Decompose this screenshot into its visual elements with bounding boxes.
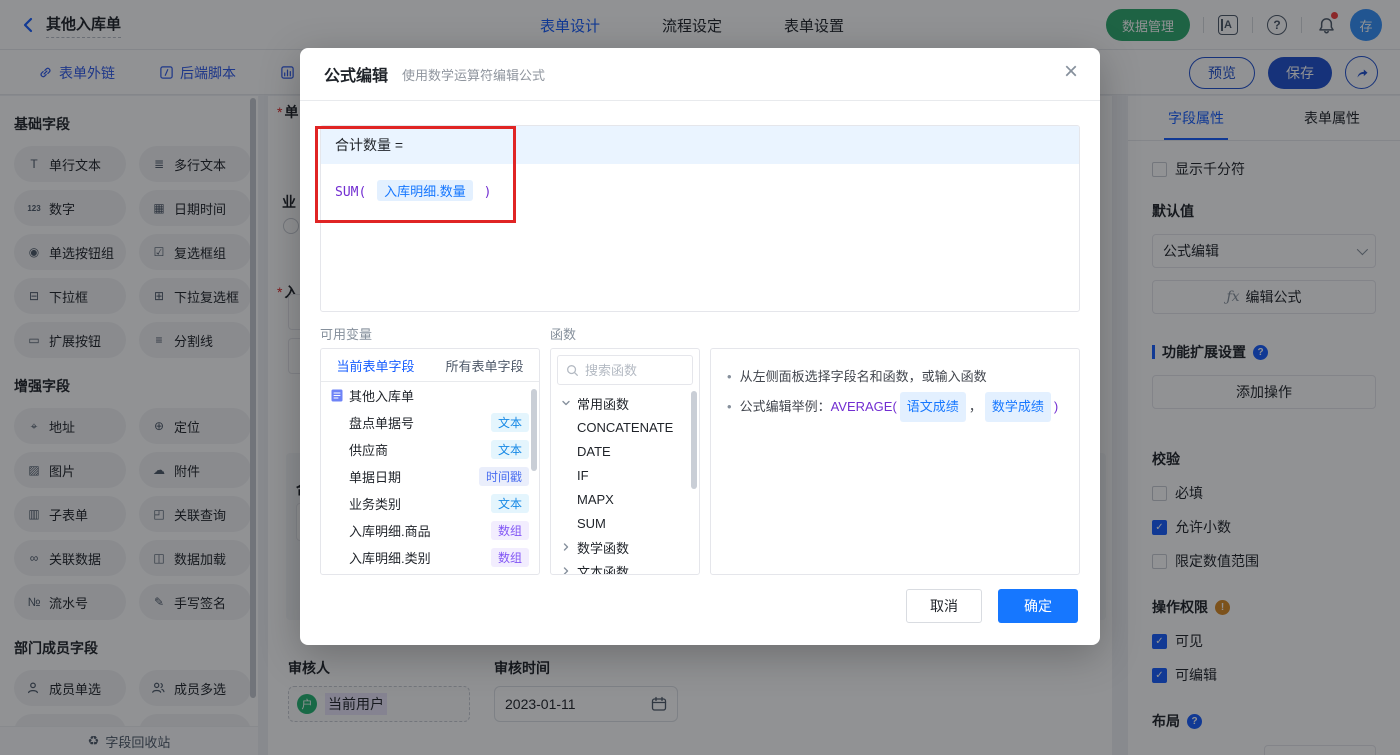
chevron-right-icon (561, 566, 571, 574)
variables-label: 可用变量 (320, 327, 373, 342)
close-icon[interactable]: × (1064, 60, 1078, 84)
tree-root[interactable]: 其他入库单 (321, 382, 539, 409)
document-icon (331, 389, 343, 402)
function-item[interactable]: MAPX (551, 487, 699, 511)
formula-target: 合计数量 = (321, 126, 1079, 164)
type-tag: 数组 (490, 521, 529, 540)
tab-current-form-fields[interactable]: 当前表单字段 (321, 349, 430, 381)
variables-tabs: 当前表单字段 所有表单字段 (321, 349, 539, 382)
variable-row[interactable]: 入库明细.类别 数组 (321, 544, 539, 571)
type-tag: 数组 (490, 548, 529, 567)
function-group-common[interactable]: 常用函数 (551, 391, 699, 415)
confirm-button[interactable]: 确定 (998, 589, 1078, 623)
tips-panel: • 从左侧面板选择字段名和函数，或输入函数 • 公式编辑举例：AVERAGE(语文成… (710, 348, 1080, 575)
functions-label: 函数 (550, 327, 577, 342)
tip-line-1: • 从左侧面板选择字段名和函数，或输入函数 (727, 369, 987, 384)
search-icon (566, 364, 579, 377)
cancel-button[interactable]: 取消 (906, 589, 982, 623)
modal-footer: 取消 确定 (906, 589, 1078, 623)
function-keyword-close: ) (483, 185, 492, 200)
function-search[interactable] (557, 355, 693, 385)
modal-title: 公式编辑 (324, 68, 389, 85)
modal-subtitle: 使用数学运算符编辑公式 (402, 67, 546, 83)
function-item[interactable]: IF (551, 463, 699, 487)
formula-edit-modal: 公式编辑 使用数学运算符编辑公式 × 合计数量 = SUM( 入库明细.数量 )… (300, 48, 1100, 645)
variable-row[interactable]: 盘点单据号 文本 (321, 409, 539, 436)
variable-row[interactable]: 单据日期 时间戳 (321, 463, 539, 490)
variable-row[interactable]: 业务类别 文本 (321, 490, 539, 517)
type-tag: 文本 (490, 440, 529, 459)
modal-header: 公式编辑 使用数学运算符编辑公式 × (300, 48, 1100, 101)
function-item[interactable]: CONCATENATE (551, 415, 699, 439)
function-group-math[interactable]: 数学函数 (551, 535, 699, 559)
type-tag: 文本 (490, 413, 529, 432)
functions-panel: 常用函数 CONCATENATE DATE IF MAPX SUM 数学函数 文… (550, 348, 700, 575)
variable-row[interactable]: 入库明细.商品 数组 (321, 517, 539, 544)
functions-scrollbar[interactable] (691, 391, 697, 489)
variables-panel: 当前表单字段 所有表单字段 其他入库单 盘点单据号 文本 供应商 文本 单据日期 时间… (320, 348, 540, 575)
app-root: 其他入库单 表单设计 流程设定 表单设置 数据管理 A ? 存 表单外链 后端脚… (0, 0, 1400, 755)
function-item[interactable]: DATE (551, 439, 699, 463)
type-tag: 文本 (490, 494, 529, 513)
chevron-right-icon (561, 542, 571, 552)
example-chip: 语文成绩 (899, 391, 966, 423)
variables-scrollbar[interactable] (531, 389, 537, 471)
function-group-text[interactable]: 文本函数 (551, 559, 699, 574)
chevron-down-icon (561, 398, 571, 408)
example-chip: 数学成绩 (984, 391, 1051, 423)
formula-editor[interactable]: 合计数量 = SUM( 入库明细.数量 ) (320, 125, 1080, 312)
function-search-input[interactable] (585, 362, 685, 378)
formula-expression[interactable]: SUM( 入库明细.数量 ) (321, 164, 1079, 217)
function-item[interactable]: SUM (551, 511, 699, 535)
field-chip[interactable]: 入库明细.数量 (377, 180, 473, 201)
type-tag: 时间戳 (478, 467, 529, 486)
function-keyword: AVERAGE( (830, 398, 897, 414)
function-keyword: SUM( (335, 185, 367, 200)
tab-all-form-fields[interactable]: 所有表单字段 (430, 349, 539, 381)
tip-line-2: • 公式编辑举例：AVERAGE(语文成绩，数学成绩) (727, 391, 1063, 423)
variable-row[interactable]: 供应商 文本 (321, 436, 539, 463)
